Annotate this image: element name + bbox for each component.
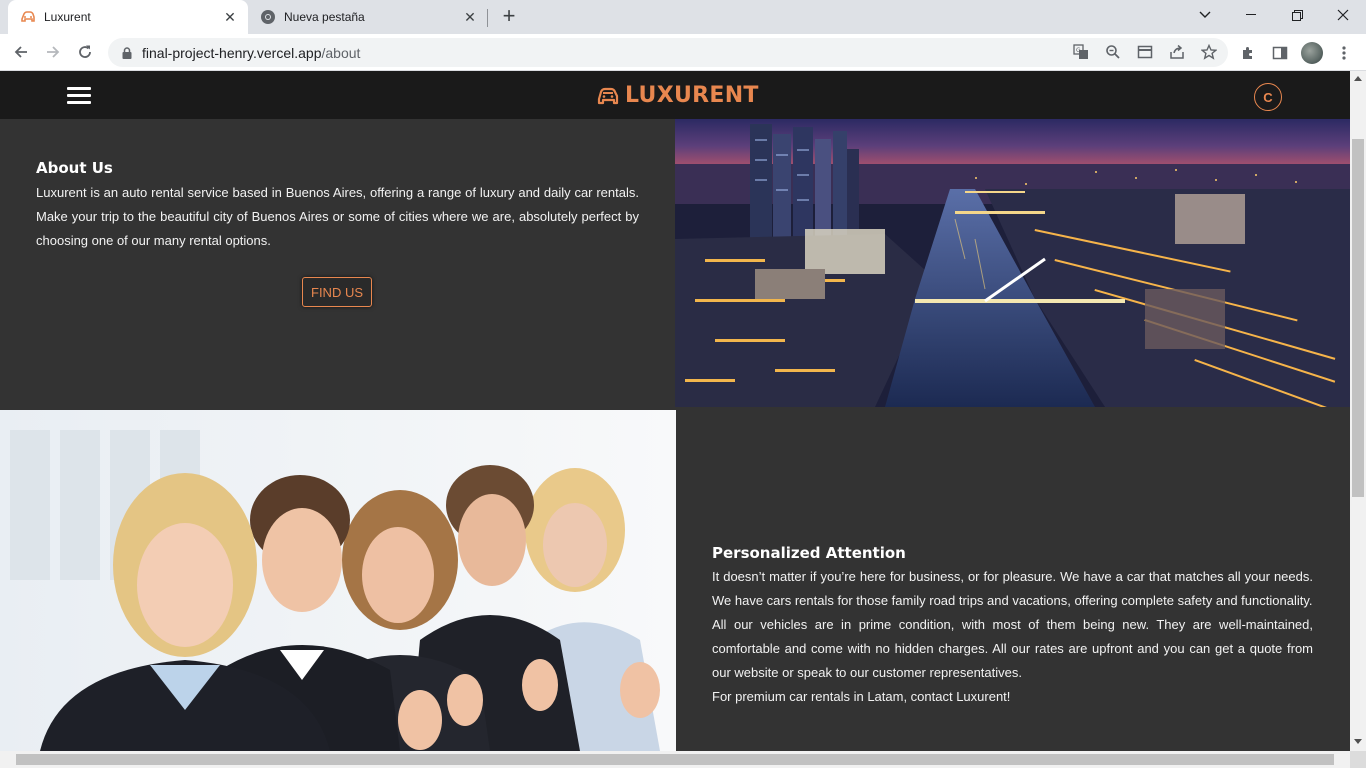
page-viewport: LUXURENT C About Us Luxurent is an auto … xyxy=(0,71,1350,751)
attention-paragraph: For premium car rentals in Latam, contac… xyxy=(712,689,1011,704)
attention-heading: Personalized Attention xyxy=(712,544,906,562)
bookmark-star-icon[interactable] xyxy=(1200,43,1218,61)
svg-text:G: G xyxy=(1076,47,1081,54)
close-tab-icon[interactable]: ✕ xyxy=(460,7,480,27)
reload-icon[interactable] xyxy=(72,39,98,65)
url-path: /about xyxy=(321,44,361,61)
chrome-icon xyxy=(260,9,276,25)
reader-mode-icon[interactable] xyxy=(1136,43,1154,61)
scrollbar-thumb[interactable] xyxy=(1352,139,1364,497)
share-icon[interactable] xyxy=(1168,43,1186,61)
side-panel-icon[interactable] xyxy=(1269,42,1291,64)
about-heading: About Us xyxy=(36,159,113,177)
address-bar[interactable]: final-project-henry.vercel.app/about G xyxy=(108,38,1228,67)
browser-toolbar: final-project-henry.vercel.app/about G xyxy=(0,34,1366,71)
tab-title: Nueva pestaña xyxy=(284,10,365,24)
scroll-down-icon[interactable] xyxy=(1354,739,1362,744)
scrollbar-corner xyxy=(1350,751,1366,768)
hamburger-menu-icon[interactable] xyxy=(67,87,91,105)
close-tab-icon[interactable]: ✕ xyxy=(220,7,240,27)
site-logo[interactable]: LUXURENT xyxy=(596,83,759,108)
about-text: Luxurent is an auto rental service based… xyxy=(36,185,639,248)
zoom-icon[interactable] xyxy=(1104,43,1122,61)
tab-title: Luxurent xyxy=(44,10,91,24)
tab-strip: Luxurent ✕ Nueva pestaña ✕ + xyxy=(0,0,1366,34)
menu-kebab-icon[interactable] xyxy=(1333,42,1355,64)
url-text: final-project-henry.vercel.app/about xyxy=(142,45,360,61)
brand-name: LUXURENT xyxy=(625,83,759,108)
minimize-icon[interactable] xyxy=(1228,0,1274,30)
car-logo-icon xyxy=(597,87,619,104)
tab-divider xyxy=(487,9,488,27)
scrollbar-thumb[interactable] xyxy=(16,754,1334,765)
profile-avatar[interactable] xyxy=(1301,42,1323,64)
vertical-scrollbar[interactable] xyxy=(1350,71,1366,751)
attention-paragraph: It doesn’t matter if you’re here for bus… xyxy=(712,569,1313,608)
close-window-icon[interactable] xyxy=(1320,0,1366,30)
car-logo-icon xyxy=(20,9,36,25)
attention-paragraph: All our vehicles are in prime condition,… xyxy=(712,617,1313,680)
extensions-icon[interactable] xyxy=(1237,42,1259,64)
restore-icon[interactable] xyxy=(1274,0,1320,30)
about-section: About Us Luxurent is an auto rental serv… xyxy=(0,119,675,410)
site-navbar: LUXURENT C xyxy=(0,71,1350,119)
url-host: final-project-henry.vercel.app xyxy=(142,44,322,61)
horizontal-scrollbar[interactable] xyxy=(0,751,1350,768)
tab-luxurent[interactable]: Luxurent ✕ xyxy=(8,0,248,34)
new-tab-icon[interactable]: + xyxy=(498,5,520,28)
back-icon[interactable] xyxy=(8,39,34,65)
team-thumbs-up-image xyxy=(0,410,676,751)
personalized-attention-section: Personalized Attention It doesn’t matter… xyxy=(676,407,1350,751)
user-account-button[interactable]: C xyxy=(1254,83,1282,111)
tab-search-icon[interactable] xyxy=(1182,0,1228,30)
find-us-button[interactable]: FIND US xyxy=(302,277,372,307)
translate-icon[interactable]: G xyxy=(1072,43,1090,61)
attention-body: It doesn’t matter if you’re here for bus… xyxy=(712,565,1313,709)
scroll-up-icon[interactable] xyxy=(1354,76,1362,81)
buenos-aires-night-image xyxy=(675,119,1350,407)
lock-icon[interactable] xyxy=(120,46,134,60)
tab-new[interactable]: Nueva pestaña ✕ xyxy=(248,0,488,34)
forward-icon[interactable] xyxy=(40,39,66,65)
